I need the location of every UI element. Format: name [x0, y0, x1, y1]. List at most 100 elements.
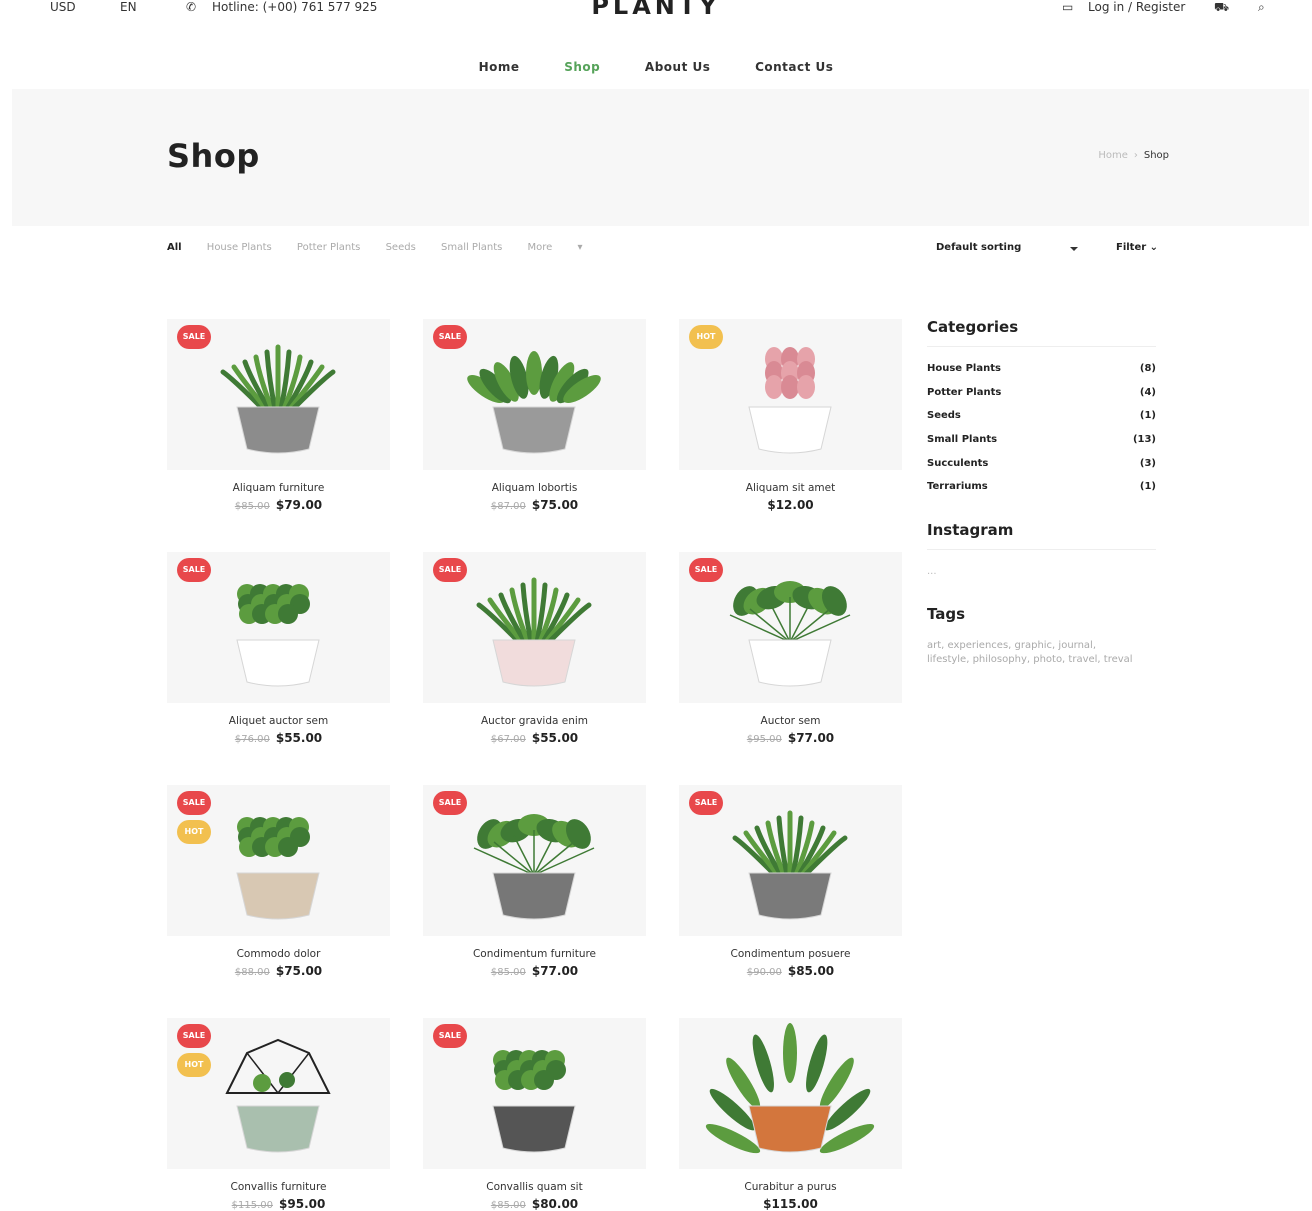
product-name[interactable]: Condimentum furniture [423, 948, 646, 960]
product-name[interactable]: Aliquam sit amet [679, 482, 902, 494]
product-name[interactable]: Commodo dolor [167, 948, 390, 960]
instagram-placeholder: ... [927, 566, 937, 577]
categories-widget: Categories House Plants (8) Potter Plants (… [927, 318, 1156, 505]
category-name: Seeds [927, 410, 961, 422]
product-price: $85.00 $80.00 [423, 1197, 646, 1211]
filter-seeds[interactable]: Seeds [386, 242, 416, 253]
product-card[interactable]: SALE Auctor sem $95.00 $77.00 [679, 552, 902, 745]
nav-home[interactable]: Home [479, 60, 520, 74]
breadcrumb: Home › Shop [1098, 150, 1169, 161]
product-image[interactable]: SALE [423, 552, 646, 703]
product-image[interactable]: SALE [679, 552, 902, 703]
product-name[interactable]: Condimentum posuere [679, 948, 902, 960]
current-price: $79.00 [275, 498, 323, 512]
page-header: Shop Home › Shop [12, 89, 1309, 226]
product-price: $87.00 $75.00 [423, 498, 646, 512]
product-price: $12.00 [679, 498, 902, 512]
breadcrumb-home[interactable]: Home [1098, 150, 1128, 161]
current-price: $95.00 [279, 1197, 326, 1211]
product-card[interactable]: SALE Aliquam lobortis $87.00 $75.00 [423, 319, 646, 512]
product-image[interactable] [679, 1018, 902, 1169]
current-price: $12.00 [767, 498, 814, 512]
category-count: (1) [1139, 481, 1156, 493]
category-item[interactable]: Succulents (3) [927, 458, 1156, 482]
sale-badge: SALE [177, 791, 211, 815]
product-price: $95.00 $77.00 [679, 731, 902, 745]
instagram-title: Instagram [927, 521, 1156, 550]
product-image[interactable]: SALE [167, 552, 390, 703]
sale-badge: SALE [177, 1024, 211, 1048]
product-image[interactable]: SALE HOT [167, 1018, 390, 1169]
product-image[interactable]: SALE [423, 1018, 646, 1169]
product-image[interactable]: SALE [167, 319, 390, 470]
product-image[interactable]: HOT [679, 319, 902, 470]
product-card[interactable]: SALE Aliquam furniture $85.00 $79.00 [167, 319, 390, 512]
category-name: Succulents [927, 457, 989, 469]
product-name[interactable]: Curabitur a purus [679, 1181, 902, 1193]
tag-cloud[interactable]: art, experiences, graphic, journal, life… [927, 639, 1137, 667]
sale-badge: SALE [433, 791, 467, 815]
sorting-select[interactable]: Default sorting [936, 242, 1078, 253]
product-name[interactable]: Aliquam lobortis [423, 482, 646, 494]
old-price: $95.00 [746, 734, 782, 745]
category-item[interactable]: Small Plants (13) [927, 434, 1156, 458]
filter-small-plants[interactable]: Small Plants [441, 242, 502, 253]
page-title: Shop [167, 137, 260, 175]
category-item[interactable]: Seeds (1) [927, 410, 1156, 434]
nav-contact[interactable]: Contact Us [755, 60, 833, 74]
old-price: $67.00 [490, 734, 526, 745]
filter-label: Filter [1116, 242, 1147, 253]
category-item[interactable]: Potter Plants (4) [927, 387, 1156, 411]
chevron-down-icon: ⌄ [1149, 242, 1159, 253]
product-card[interactable]: HOT Aliquam sit amet $12.00 [679, 319, 902, 512]
old-price: $87.00 [490, 501, 526, 512]
product-image[interactable]: SALE [423, 319, 646, 470]
product-card[interactable]: SALE Convallis quam sit $85.00 $80.00 [423, 1018, 646, 1211]
product-price: $85.00 $77.00 [423, 964, 646, 978]
breadcrumb-current: Shop [1143, 150, 1169, 161]
product-image[interactable]: SALE HOT [167, 785, 390, 936]
product-name[interactable]: Convallis furniture [167, 1181, 390, 1193]
category-list: House Plants (8) Potter Plants (4) Seeds (1) S… [927, 363, 1156, 505]
category-item[interactable]: House Plants (8) [927, 363, 1156, 387]
product-card[interactable]: Curabitur a purus $115.00 [679, 1018, 902, 1211]
plant-pot-image [705, 1023, 875, 1154]
current-price: $75.00 [531, 498, 579, 512]
old-price: $88.00 [234, 967, 270, 978]
product-image[interactable]: SALE [423, 785, 646, 936]
product-card[interactable]: SALE Aliquet auctor sem $76.00 $55.00 [167, 552, 390, 745]
category-count: (13) [1132, 434, 1156, 446]
old-price: $85.00 [490, 967, 526, 978]
product-card[interactable]: SALE Condimentum posuere $90.00 $85.00 [679, 785, 902, 978]
category-name: House Plants [927, 363, 1001, 374]
filter-button[interactable]: Filter ⌄ [1116, 242, 1158, 253]
product-name[interactable]: Convallis quam sit [423, 1181, 646, 1193]
product-card[interactable]: SALE Condimentum furniture $85.00 $77.00 [423, 785, 646, 978]
product-name[interactable]: Aliquet auctor sem [167, 715, 390, 727]
filter-all[interactable]: All [167, 242, 182, 253]
sale-badge: SALE [433, 1024, 467, 1048]
product-name[interactable]: Aliquam furniture [167, 482, 390, 494]
filter-more[interactable]: More ▾ [528, 242, 605, 253]
product-name[interactable]: Auctor sem [679, 715, 902, 727]
nav-shop[interactable]: Shop [564, 60, 600, 74]
old-price: $90.00 [746, 967, 782, 978]
tags-title: Tags [927, 605, 966, 623]
nav-about[interactable]: About Us [645, 60, 710, 74]
site-logo[interactable]: PLANTY [0, 0, 1312, 20]
product-card[interactable]: SALE HOT Commodo dolor $88.00 $75.00 [167, 785, 390, 978]
category-item[interactable]: Terrariums (1) [927, 481, 1156, 505]
category-count: (8) [1139, 363, 1156, 374]
product-card[interactable]: SALE HOT Convallis furniture $115.00 $95.00 [167, 1018, 390, 1211]
product-name[interactable]: Auctor gravida enim [423, 715, 646, 727]
sale-badge: SALE [177, 325, 211, 349]
filter-potter-plants[interactable]: Potter Plants [297, 242, 360, 253]
filter-more-label: More [527, 242, 553, 253]
sale-badge: SALE [177, 558, 211, 582]
current-price: $55.00 [275, 731, 323, 745]
product-price: $90.00 $85.00 [679, 964, 902, 978]
product-image[interactable]: SALE [679, 785, 902, 936]
current-price: $75.00 [275, 964, 323, 978]
filter-house-plants[interactable]: House Plants [207, 242, 272, 253]
product-card[interactable]: SALE Auctor gravida enim $67.00 $55.00 [423, 552, 646, 745]
